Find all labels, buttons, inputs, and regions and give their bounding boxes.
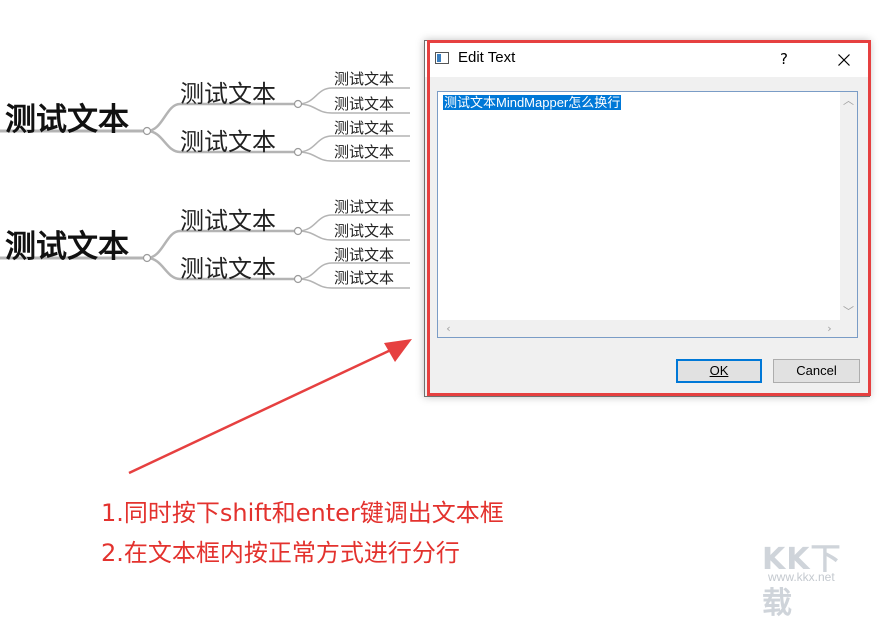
app-window-icon <box>435 52 449 64</box>
mindmap-connector-dot <box>293 274 303 284</box>
mindmap-connector-dot <box>142 126 152 136</box>
mindmap-connector-dot <box>293 226 303 236</box>
mindmap-leaf-node[interactable]: 测试文本 <box>334 117 394 138</box>
cancel-button[interactable]: Cancel <box>773 359 860 383</box>
site-watermark: KK下载 www.kkx.net <box>762 534 872 621</box>
selected-text[interactable]: 测试文本MindMapper怎么换行 <box>443 95 622 110</box>
mindmap-leaf-node[interactable]: 测试文本 <box>334 141 394 162</box>
vertical-scrollbar[interactable]: ︿ ﹀ <box>840 92 857 320</box>
mindmap-root-node[interactable]: 测试文本 <box>5 221 129 266</box>
scroll-left-icon[interactable]: ‹ <box>440 320 457 337</box>
dialog-title: Edit Text <box>458 49 516 66</box>
scroll-down-icon[interactable]: ﹀ <box>840 303 857 320</box>
mindmap-leaf-node[interactable]: 测试文本 <box>334 196 394 217</box>
mindmap-branch-node[interactable]: 测试文本 <box>180 249 276 284</box>
mindmap-canvas: 测试文本 测试文本 测试文本 测试文本 测试文本 测试文本 测试文本 测试文本 … <box>0 0 440 300</box>
mindmap-leaf-node[interactable]: 测试文本 <box>334 244 394 265</box>
ok-label: OK <box>709 363 729 378</box>
mindmap-connector-dot <box>142 253 152 263</box>
close-button[interactable] <box>820 41 868 77</box>
mindmap-leaf-node[interactable]: 测试文本 <box>334 93 394 114</box>
dialog-titlebar[interactable]: Edit Text ? <box>425 41 869 77</box>
scrollbar-corner <box>840 320 857 337</box>
ok-button[interactable]: OK <box>676 359 762 383</box>
text-edit-field[interactable]: 测试文本MindMapper怎么换行 ︿ ﹀ ‹ › <box>437 91 858 338</box>
mindmap-connector-dot <box>293 147 303 157</box>
horizontal-scrollbar[interactable]: ‹ › <box>438 320 840 337</box>
mindmap-branch-node[interactable]: 测试文本 <box>180 122 276 157</box>
watermark-url: www.kkx.net <box>768 570 835 584</box>
mindmap-branch-node[interactable]: 测试文本 <box>180 74 276 109</box>
instruction-annotation: 1.同时按下shift和enter键调出文本框 2.在文本框内按正常方式进行分行 <box>101 493 504 573</box>
help-button[interactable]: ? <box>769 44 799 74</box>
instruction-step-2: 2.在文本框内按正常方式进行分行 <box>101 539 460 567</box>
mindmap-branch-node[interactable]: 测试文本 <box>180 201 276 236</box>
mindmap-root-node[interactable]: 测试文本 <box>5 94 129 139</box>
mindmap-leaf-node[interactable]: 测试文本 <box>334 68 394 89</box>
instruction-step-1: 1.同时按下shift和enter键调出文本框 <box>101 499 504 527</box>
mindmap-connector-dot <box>293 99 303 109</box>
scroll-right-icon[interactable]: › <box>821 320 838 337</box>
close-icon <box>838 53 850 66</box>
mindmap-leaf-node[interactable]: 测试文本 <box>334 267 394 288</box>
scroll-up-icon[interactable]: ︿ <box>840 92 857 109</box>
edit-text-dialog: Edit Text ? 测试文本MindMapper怎么换行 ︿ ﹀ ‹ › O… <box>424 40 870 397</box>
mindmap-leaf-node[interactable]: 测试文本 <box>334 220 394 241</box>
